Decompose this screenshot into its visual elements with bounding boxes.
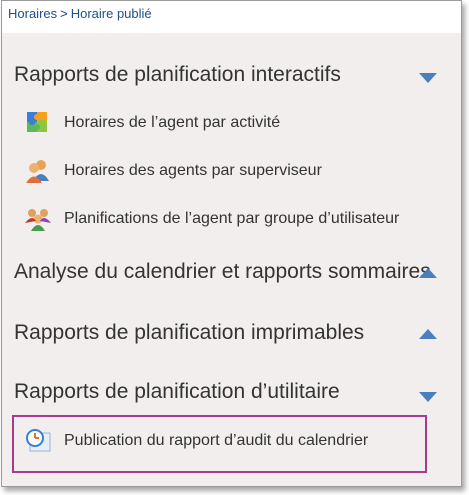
section-title: Rapports de planification d’utilitaire (14, 380, 340, 403)
report-item-label: Horaires des agents par superviseur (64, 162, 322, 179)
section-title: Rapports de planification interactifs (14, 63, 341, 86)
breadcrumb-item-horaires[interactable]: Horaires (8, 6, 57, 21)
section-title: Analyse du calendrier et rapports sommai… (14, 260, 431, 283)
chevron-up-icon[interactable] (419, 329, 437, 339)
section-title: Rapports de planification imprimables (14, 321, 365, 344)
breadcrumb-item-horaire-publie[interactable]: Horaire publié (71, 6, 152, 21)
breadcrumb-separator: > (60, 6, 68, 21)
section-header-imprimables[interactable]: Rapports de planification imprimables (14, 321, 454, 353)
clock-report-icon (26, 429, 51, 452)
section-header-utilitaire[interactable]: Rapports de planification d’utilitaire (14, 380, 454, 412)
user-group-icon (25, 209, 51, 231)
section-header-interactifs[interactable]: Rapports de planification interactifs (14, 63, 454, 95)
chevron-down-icon[interactable] (419, 73, 437, 83)
report-item-label: Horaires de l’agent par activité (64, 114, 281, 131)
report-item-label: Publication du rapport d’audit du calend… (64, 432, 369, 449)
breadcrumb: Horaires > Horaire publié (2, 1, 461, 33)
chevron-up-icon[interactable] (419, 268, 437, 278)
report-item-label: Planifications de l’agent par groupe d’u… (64, 210, 400, 227)
report-panel: Horaires > Horaire publié Rapports de plan… (1, 0, 462, 487)
chevron-down-icon[interactable] (419, 392, 437, 402)
section-header-analyse[interactable]: Analyse du calendrier et rapports sommai… (14, 260, 434, 292)
supervisor-group-icon (26, 160, 49, 183)
puzzle-icon (27, 112, 47, 132)
